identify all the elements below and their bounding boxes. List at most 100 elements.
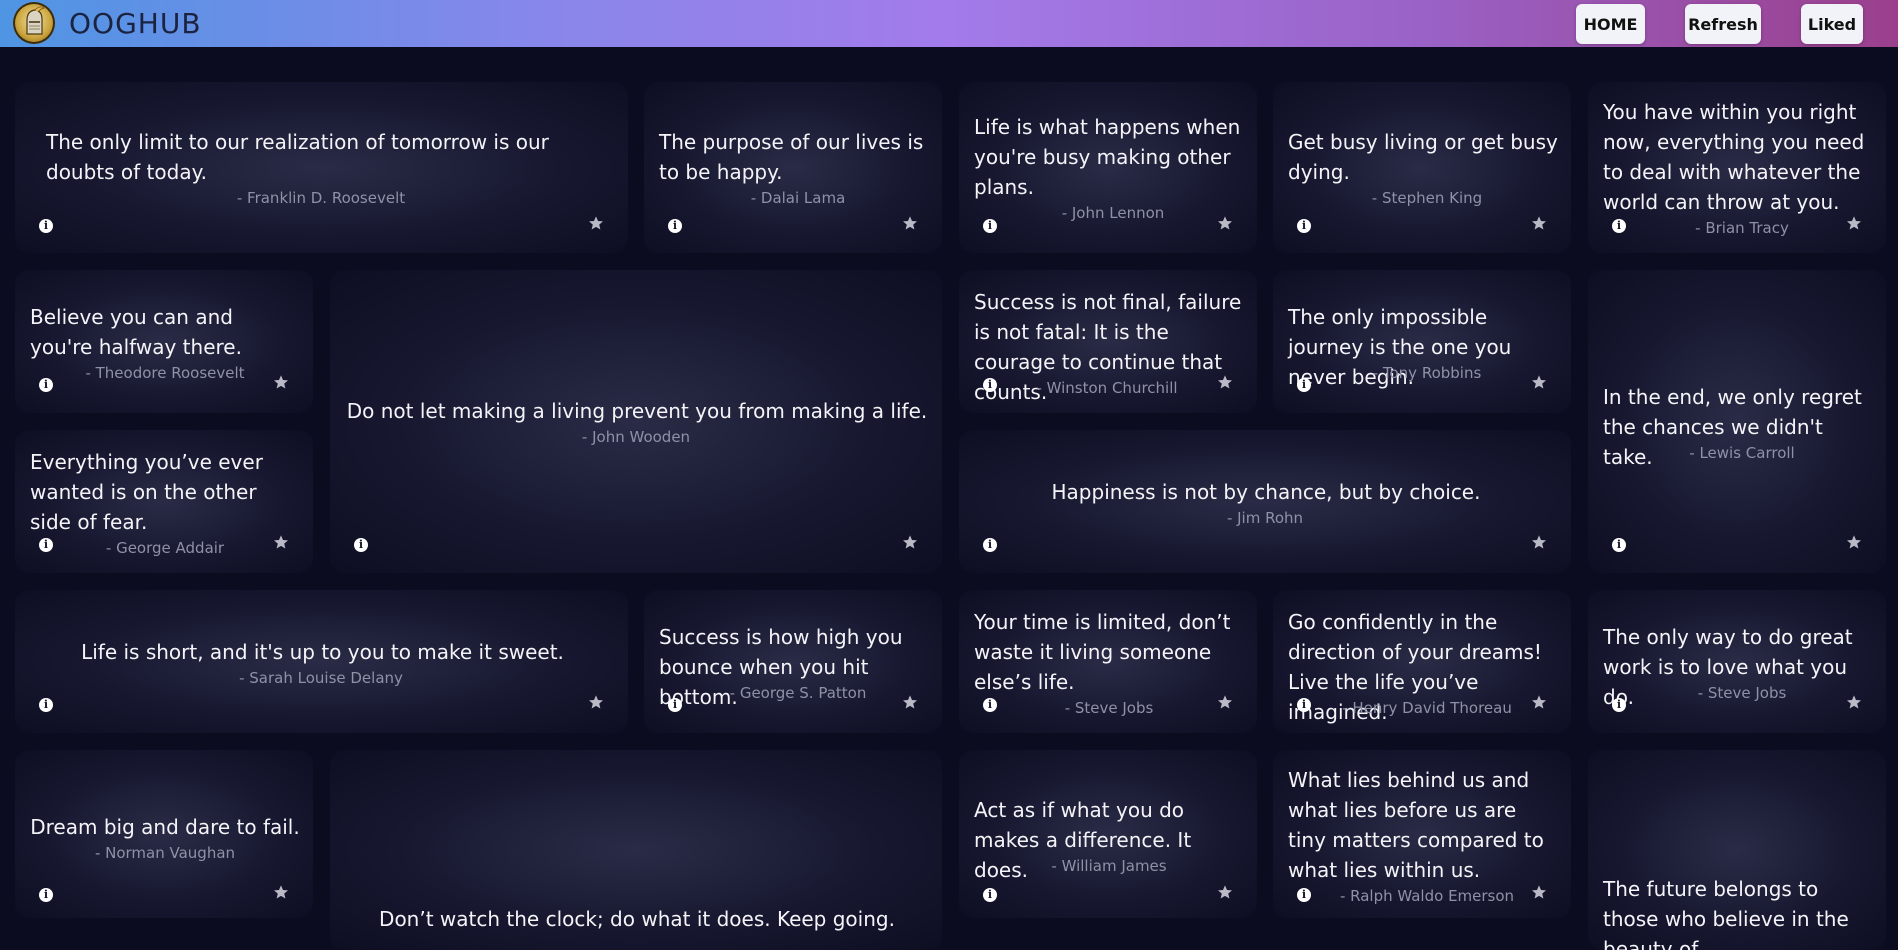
- info-icon[interactable]: i: [983, 888, 997, 902]
- quote-text: Dream big and dare to fail.: [30, 815, 300, 839]
- info-icon[interactable]: i: [1612, 219, 1626, 233]
- star-icon[interactable]: [1531, 884, 1547, 900]
- info-icon[interactable]: i: [1297, 888, 1311, 902]
- star-icon[interactable]: [1846, 694, 1862, 710]
- quote-author: - Lewis Carroll: [1689, 444, 1795, 462]
- info-icon[interactable]: i: [1612, 538, 1626, 552]
- quote-text: You have within you right now, everythin…: [1603, 100, 1865, 214]
- info-icon[interactable]: i: [1297, 378, 1311, 392]
- star-icon[interactable]: [1217, 215, 1233, 231]
- quote-text: The only limit to our realization of tom…: [46, 130, 549, 184]
- quote-author: - Henry David Thoreau: [1342, 699, 1512, 717]
- quote-author: - Steve Jobs: [1697, 684, 1787, 702]
- quote-author: - William James: [1051, 857, 1167, 875]
- quote-author: - Theodore Roosevelt: [85, 364, 245, 382]
- star-icon[interactable]: [1531, 215, 1547, 231]
- info-icon[interactable]: i: [39, 538, 53, 552]
- star-icon[interactable]: [273, 374, 289, 390]
- quote-card: In the end, we only regret the chances w…: [1588, 270, 1886, 573]
- quote-card: Life is what happens when you're busy ma…: [959, 82, 1257, 253]
- quote-author: - Franklin D. Roosevelt: [236, 189, 406, 207]
- quote-author: - Steve Jobs: [1064, 699, 1154, 717]
- quote-card: The future belongs to those who believe …: [1588, 750, 1886, 950]
- refresh-button[interactable]: Refresh: [1685, 4, 1761, 44]
- quote-text: Happiness is not by chance, but by choic…: [1051, 480, 1481, 504]
- quote-text: What lies behind us and what lies before…: [1288, 768, 1544, 882]
- quote-card: Everything you’ve ever wanted is on the …: [15, 430, 313, 573]
- quote-text: Don’t watch the clock; do what it does. …: [379, 907, 895, 931]
- info-icon[interactable]: i: [983, 538, 997, 552]
- info-icon[interactable]: i: [1297, 698, 1311, 712]
- quote-card: Don’t watch the clock; do what it does. …: [330, 750, 942, 950]
- brand-title[interactable]: OOGHUB: [69, 7, 202, 41]
- quote-text: Life is short, and it's up to you to mak…: [81, 640, 564, 664]
- star-icon[interactable]: [1217, 374, 1233, 390]
- info-icon[interactable]: i: [668, 698, 682, 712]
- info-icon[interactable]: i: [983, 378, 997, 392]
- site-logo[interactable]: [13, 2, 55, 44]
- quote-text: The purpose of our lives is to be happy.: [659, 130, 924, 184]
- quote-card: You have within you right now, everythin…: [1588, 82, 1886, 253]
- quote-card: Your time is limited, don’t waste it liv…: [959, 590, 1257, 733]
- quote-text: Get busy living or get busy dying.: [1288, 130, 1558, 184]
- top-navbar: OOGHUB HOME Refresh Liked: [0, 0, 1898, 47]
- quote-text: The future belongs to those who believe …: [1603, 877, 1849, 950]
- quote-author: - Norman Vaughan: [94, 844, 236, 862]
- quote-author: - Dalai Lama: [750, 189, 846, 207]
- quote-author: - John Lennon: [1061, 204, 1165, 222]
- info-icon[interactable]: i: [39, 698, 53, 712]
- quote-author: - Tony Robbins: [1372, 364, 1482, 382]
- quote-card: Happiness is not by chance, but by choic…: [959, 430, 1571, 573]
- info-icon[interactable]: i: [983, 698, 997, 712]
- star-icon[interactable]: [273, 884, 289, 900]
- quote-text: Believe you can and you're halfway there…: [30, 305, 242, 359]
- knight-helmet-logo-icon: [26, 6, 45, 35]
- quote-card: The only impossible journey is the one y…: [1273, 270, 1571, 413]
- info-icon[interactable]: i: [354, 538, 368, 552]
- quote-card: Success is not final, failure is not fat…: [959, 270, 1257, 413]
- quote-author: - Sarah Louise Delany: [239, 669, 403, 687]
- info-icon[interactable]: i: [39, 378, 53, 392]
- quote-card: Do not let making a living prevent you f…: [330, 270, 942, 573]
- quote-text: Your time is limited, don’t waste it liv…: [974, 610, 1231, 694]
- quote-author: - George Addair: [105, 539, 225, 557]
- quote-author: - Winston Churchill: [1036, 379, 1178, 397]
- info-icon[interactable]: i: [668, 219, 682, 233]
- star-icon[interactable]: [1217, 694, 1233, 710]
- star-icon[interactable]: [902, 694, 918, 710]
- star-icon[interactable]: [1846, 534, 1862, 550]
- star-icon[interactable]: [1846, 215, 1862, 231]
- star-icon[interactable]: [902, 215, 918, 231]
- star-icon[interactable]: [273, 534, 289, 550]
- star-icon[interactable]: [588, 215, 604, 231]
- quote-author: - Jim Rohn: [1226, 509, 1304, 527]
- quote-card: Go confidently in the direction of your …: [1273, 590, 1571, 733]
- info-icon[interactable]: i: [39, 888, 53, 902]
- quote-card: Believe you can and you're halfway there…: [15, 270, 313, 413]
- quote-text: Do not let making a living prevent you f…: [346, 399, 928, 423]
- quote-card: The only limit to our realization of tom…: [15, 82, 628, 253]
- info-icon[interactable]: i: [1612, 698, 1626, 712]
- quote-text: Everything you’ve ever wanted is on the …: [30, 450, 263, 534]
- star-icon[interactable]: [1531, 534, 1547, 550]
- star-icon[interactable]: [588, 694, 604, 710]
- quote-card: Dream big and dare to fail. - Norman Vau…: [15, 750, 313, 918]
- quote-author: - John Wooden: [581, 428, 691, 446]
- quote-author: - Ralph Waldo Emerson: [1339, 887, 1515, 905]
- info-icon[interactable]: i: [1297, 219, 1311, 233]
- star-icon[interactable]: [1217, 884, 1233, 900]
- quote-card: What lies behind us and what lies before…: [1273, 750, 1571, 918]
- star-icon[interactable]: [902, 534, 918, 550]
- info-icon[interactable]: i: [983, 219, 997, 233]
- quote-text: Life is what happens when you're busy ma…: [974, 115, 1241, 199]
- quote-card: Life is short, and it's up to you to mak…: [15, 590, 628, 733]
- home-button[interactable]: HOME: [1576, 4, 1645, 44]
- quote-card: The purpose of our lives is to be happy.…: [644, 82, 942, 253]
- star-icon[interactable]: [1531, 694, 1547, 710]
- quote-author: - Brian Tracy: [1695, 219, 1789, 237]
- info-icon[interactable]: i: [39, 219, 53, 233]
- quote-card: The only way to do great work is to love…: [1588, 590, 1886, 733]
- quote-card: Get busy living or get busy dying. - Ste…: [1273, 82, 1571, 253]
- star-icon[interactable]: [1531, 374, 1547, 390]
- liked-button[interactable]: Liked: [1801, 4, 1863, 44]
